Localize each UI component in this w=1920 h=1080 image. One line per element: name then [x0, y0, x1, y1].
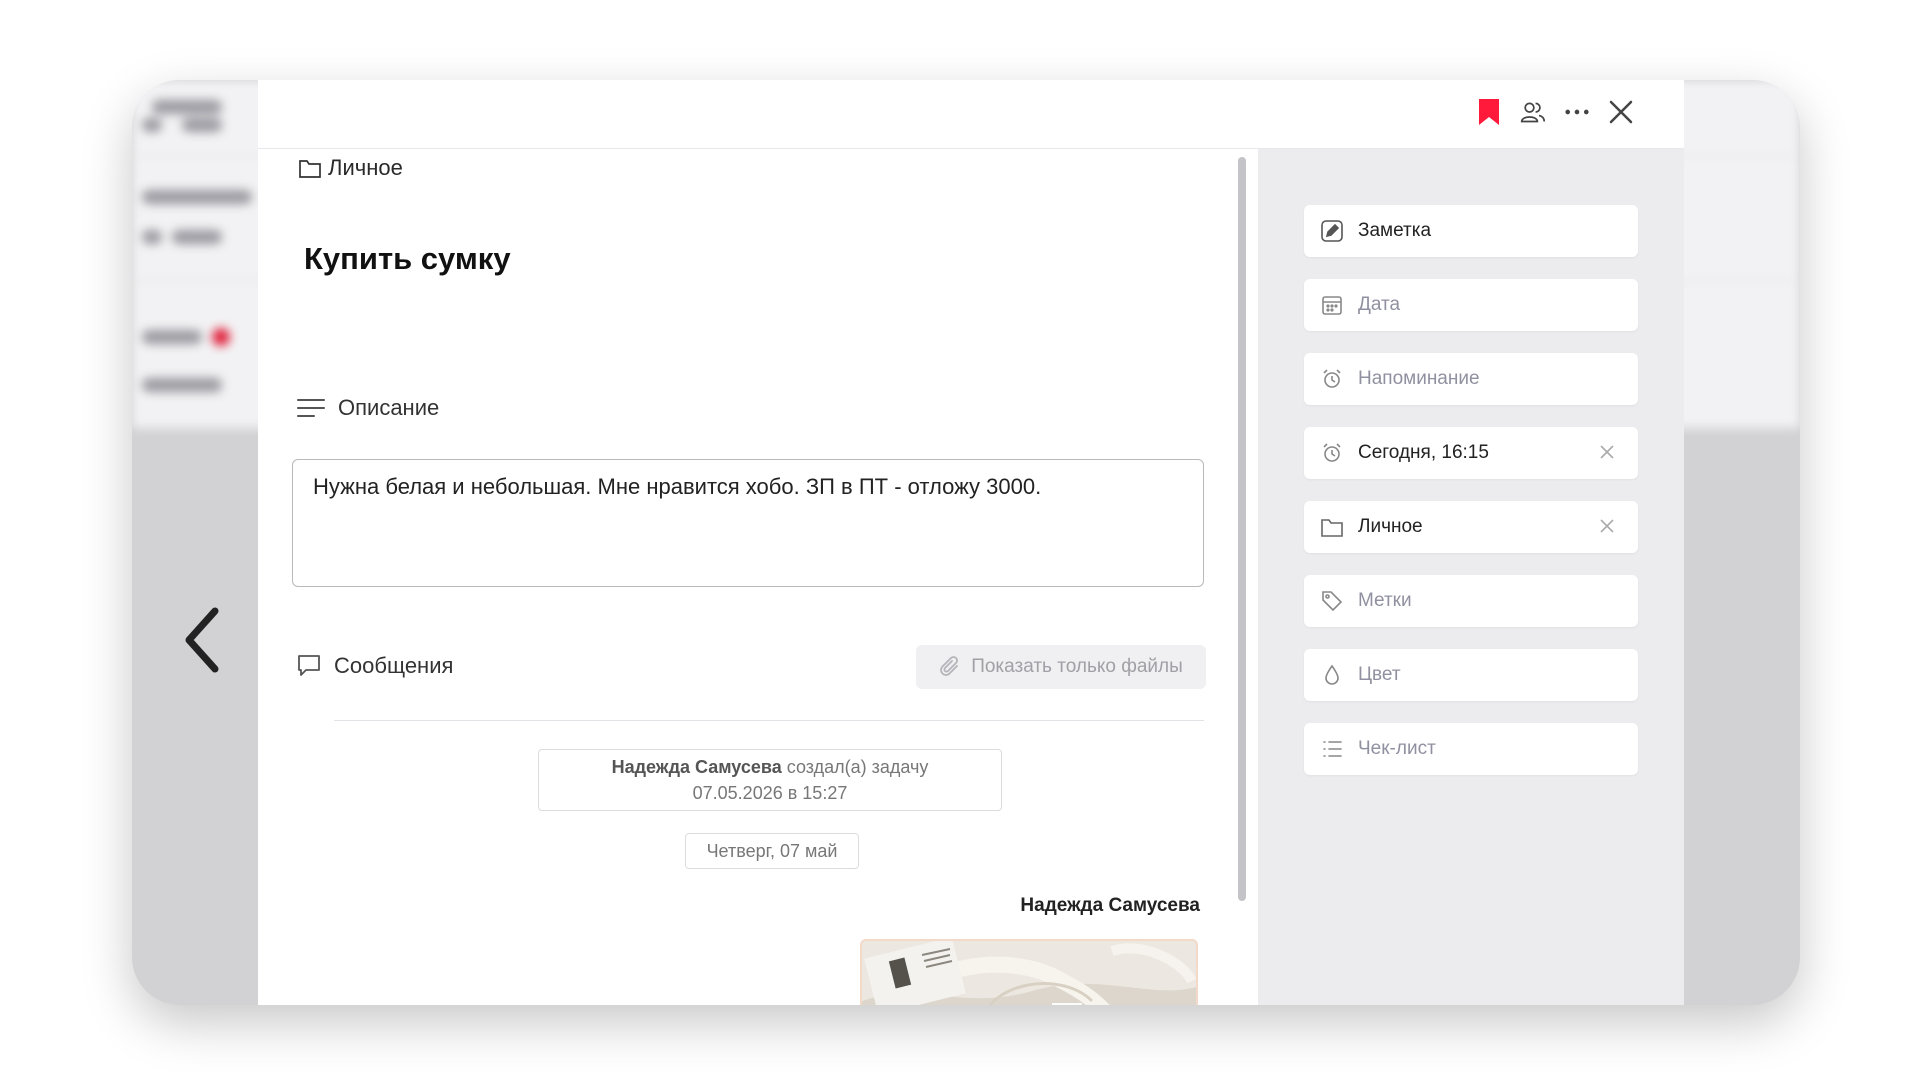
show-files-only-button[interactable]: Показать только файлы — [916, 645, 1206, 689]
breadcrumb-folder: Личное — [328, 155, 403, 180]
photo-of-white-bag — [862, 941, 1196, 1005]
previous-task-button[interactable] — [176, 600, 226, 680]
remove-reminder-icon[interactable] — [1596, 441, 1618, 463]
date-label: Дата — [1358, 294, 1401, 315]
close-icon[interactable] — [1608, 97, 1634, 127]
system-message: Надежда Самусева создал(а) задачу 07.05.… — [538, 749, 1002, 811]
message-photo-attachment[interactable] — [860, 939, 1198, 1005]
bookmark-icon[interactable] — [1476, 97, 1502, 127]
description-heading: Описание — [296, 395, 439, 421]
participants-icon[interactable] — [1520, 97, 1546, 127]
task-title[interactable]: Купить сумку — [304, 241, 511, 277]
comment-icon — [298, 655, 320, 676]
message-author: Надежда Самусева — [1020, 895, 1200, 916]
reminder-button[interactable]: Напоминание — [1304, 353, 1638, 405]
folder-value-label: Личное — [1358, 516, 1423, 537]
folder-value-chip[interactable]: Личное — [1304, 501, 1638, 553]
task-properties-panel: Заметка Дата Напоминание Сегодня, 16:15 — [1258, 149, 1684, 1005]
messages-divider — [334, 720, 1204, 721]
checklist-button[interactable]: Чек-лист — [1304, 723, 1638, 775]
checklist-icon — [1320, 737, 1344, 761]
content-scrollbar[interactable] — [1238, 157, 1246, 901]
alarm-icon — [1320, 367, 1344, 391]
breadcrumb[interactable]: Личное — [298, 155, 403, 181]
alarm-icon — [1320, 441, 1344, 465]
tags-label: Метки — [1358, 590, 1412, 611]
note-button[interactable]: Заметка — [1304, 205, 1638, 257]
tags-button[interactable]: Метки — [1304, 575, 1638, 627]
text-lines-icon — [297, 399, 325, 417]
folder-icon — [1320, 515, 1344, 539]
messages-heading-label: Сообщения — [334, 653, 454, 678]
modal-header — [258, 80, 1684, 149]
show-files-only-label: Показать только файлы — [971, 656, 1183, 677]
system-message-action: создал(а) задачу — [786, 757, 929, 777]
droplet-icon — [1320, 663, 1344, 687]
color-button[interactable]: Цвет — [1304, 649, 1638, 701]
task-content: Личное Купить сумку Описание Нужна белая… — [258, 149, 1256, 1005]
description-field[interactable]: Нужна белая и небольшая. Мне нравится хо… — [292, 459, 1204, 587]
pencil-icon — [1320, 219, 1344, 243]
note-label: Заметка — [1358, 220, 1432, 241]
date-button[interactable]: Дата — [1304, 279, 1638, 331]
description-heading-label: Описание — [338, 395, 440, 420]
calendar-icon — [1320, 293, 1344, 317]
task-modal: Личное Купить сумку Описание Нужна белая… — [258, 80, 1684, 1005]
day-separator: Четверг, 07 май — [685, 833, 859, 869]
reminder-label: Напоминание — [1358, 368, 1480, 389]
more-icon[interactable] — [1564, 97, 1590, 127]
reminder-value-chip[interactable]: Сегодня, 16:15 — [1304, 427, 1638, 479]
checklist-label: Чек-лист — [1358, 738, 1436, 759]
tag-icon — [1320, 589, 1344, 613]
color-label: Цвет — [1358, 664, 1401, 685]
messages-heading: Сообщения — [296, 653, 453, 679]
chevron-left-icon — [185, 607, 219, 673]
folder-icon — [299, 160, 321, 178]
system-message-author: Надежда Самусева — [611, 757, 782, 777]
paperclip-icon — [940, 656, 959, 676]
remove-folder-icon[interactable] — [1596, 515, 1618, 537]
reminder-value-label: Сегодня, 16:15 — [1358, 442, 1489, 463]
system-message-datetime: 07.05.2026 в 15:27 — [692, 783, 848, 803]
